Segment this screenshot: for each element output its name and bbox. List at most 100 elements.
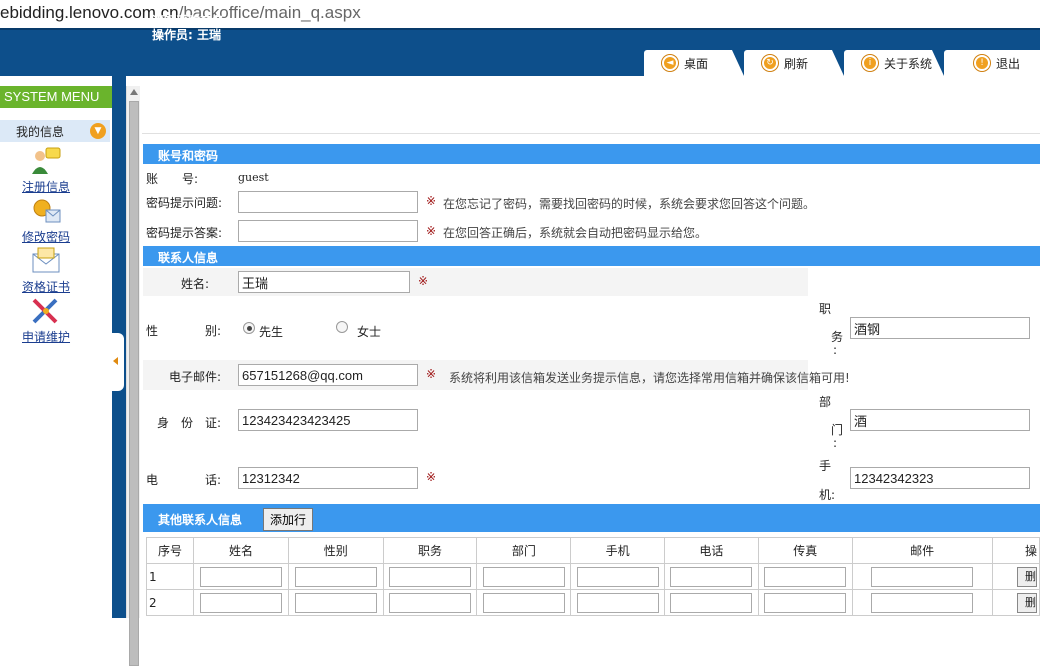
operator-name: 操作员: 王瑞 — [152, 28, 221, 42]
collapse-sidebar-handle[interactable] — [110, 333, 124, 391]
name-required-mark: ※ — [418, 274, 429, 288]
email-required-mark: ※ — [426, 367, 437, 381]
gender-label-a: 性 — [146, 324, 159, 338]
gender-female-label: 女士 — [357, 325, 382, 339]
gender-male-label: 先生 — [259, 325, 284, 339]
col-email: 邮件 — [851, 537, 993, 564]
tools-icon[interactable] — [30, 296, 62, 326]
gender-label-b: 别: — [205, 324, 222, 338]
email-hint: 系统将利用该信箱发送业务提示信息，请您选择常用信箱并确保该信箱可用! — [449, 371, 850, 385]
tab-refresh[interactable]: ↻ 刷新 — [744, 50, 844, 76]
tab-logout[interactable]: ! 退出 — [944, 50, 1040, 76]
mobile-label-b: 机: — [819, 488, 836, 502]
col-dept: 部门 — [476, 537, 572, 564]
chevron-down-icon[interactable]: ▼ — [90, 123, 106, 139]
tab-about-label: 关于系统 — [884, 56, 933, 71]
phone-input[interactable] — [238, 467, 418, 489]
info-icon: i — [862, 55, 878, 71]
dept-label-c: : — [833, 436, 838, 450]
tab-logout-label: 退出 — [996, 56, 1021, 71]
add-row-button[interactable]: 添加行 — [263, 508, 314, 531]
name-input[interactable] — [238, 271, 410, 293]
tab-desktop[interactable]: ◄ 桌面 — [644, 50, 744, 76]
col-mobile: 手机 — [570, 537, 666, 564]
sidebar-item-certificate[interactable]: 资格证书 — [22, 278, 82, 295]
mobile-label-a: 手 — [819, 459, 832, 473]
row-fax-input[interactable] — [764, 592, 847, 613]
table-row: 1 删 — [145, 563, 1040, 590]
row-gender-input[interactable] — [294, 592, 377, 613]
phone-label-a: 电 — [146, 473, 159, 487]
sidebar-item-register-info[interactable]: 注册信息 — [22, 178, 82, 195]
row-mobile-input[interactable] — [576, 592, 659, 613]
row-email-input[interactable] — [871, 566, 974, 587]
desktop-icon: ◄ — [662, 55, 678, 71]
row-mobile-input[interactable] — [576, 566, 659, 587]
phone-required-mark: ※ — [426, 470, 437, 484]
contact-section-header: 联系人信息 — [143, 246, 1040, 266]
refresh-icon: ↻ — [762, 55, 778, 71]
row-gender-input[interactable] — [294, 566, 377, 587]
position-label-a: 职 — [819, 302, 832, 316]
tab-about[interactable]: i 关于系统 — [844, 50, 944, 76]
col-action: 操 — [991, 537, 1040, 564]
answer-input[interactable] — [238, 220, 418, 242]
col-fax: 传真 — [757, 537, 853, 564]
dept-input[interactable] — [850, 409, 1030, 431]
system-menu-title: SYSTEM MENU — [0, 86, 112, 108]
envelope-icon[interactable] — [30, 246, 62, 276]
row-email-input[interactable] — [871, 592, 974, 613]
my-info-group[interactable]: 我的信息 ▼ — [0, 120, 110, 142]
row-phone-input[interactable] — [670, 566, 753, 587]
my-info-label: 我的信息 — [16, 125, 65, 139]
main-top-panel — [142, 76, 1040, 134]
row-position-input[interactable] — [389, 592, 472, 613]
dept-label-a: 部 — [819, 395, 832, 409]
scroll-thumb[interactable] — [129, 101, 139, 666]
position-input[interactable] — [850, 317, 1030, 339]
question-label: 密码提示问题: — [146, 196, 223, 210]
row-delete-button[interactable]: 删 — [1017, 566, 1037, 587]
tab-refresh-label: 刷新 — [784, 56, 809, 71]
power-icon: ! — [974, 55, 990, 71]
header-info: 酒钢采购商务 操作员: 王瑞 — [152, 14, 224, 42]
row-fax-input[interactable] — [764, 566, 847, 587]
row-dept-input[interactable] — [482, 592, 565, 613]
email-label: 电子邮件: — [169, 370, 222, 384]
email-input[interactable] — [238, 364, 418, 386]
user-chat-icon[interactable] — [30, 146, 62, 176]
row-index: 2 — [145, 589, 195, 616]
row-delete-button[interactable]: 删 — [1017, 592, 1037, 613]
gender-female-radio[interactable] — [336, 321, 348, 333]
sidebar-item-change-password[interactable]: 修改密码 — [22, 228, 82, 245]
account-value: guest — [238, 171, 269, 184]
key-icon[interactable] — [30, 196, 62, 226]
id-input[interactable] — [238, 409, 418, 431]
account-section-header: 账号和密码 — [143, 144, 1040, 164]
question-required-mark: ※ — [426, 194, 437, 208]
answer-label: 密码提示答案: — [146, 226, 223, 240]
row-position-input[interactable] — [389, 566, 472, 587]
sidebar-item-maintenance[interactable]: 申请维护 — [22, 328, 82, 345]
col-index: 序号 — [145, 537, 195, 564]
row-name-input[interactable] — [199, 566, 282, 587]
mobile-input[interactable] — [850, 467, 1030, 489]
row-index: 1 — [145, 563, 195, 590]
row-name-input[interactable] — [199, 592, 282, 613]
others-section-title: 其他联系人信息 — [158, 513, 243, 527]
question-input[interactable] — [238, 191, 418, 213]
vertical-scrollbar[interactable] — [126, 86, 140, 666]
col-gender: 性别 — [287, 537, 384, 564]
question-hint: 在您忘记了密码，需要找回密码的时候，系统会要求您回答这个问题。 — [443, 197, 816, 211]
row-phone-input[interactable] — [670, 592, 753, 613]
col-phone: 电话 — [664, 537, 759, 564]
name-label: 姓名: — [181, 277, 210, 291]
col-position: 职务 — [382, 537, 478, 564]
gender-male-radio[interactable] — [243, 322, 255, 334]
row-dept-input[interactable] — [482, 566, 565, 587]
phone-label-b: 话: — [205, 473, 222, 487]
answer-required-mark: ※ — [426, 224, 437, 238]
scroll-up-icon[interactable] — [130, 89, 138, 95]
col-name: 姓名 — [193, 537, 289, 564]
answer-hint: 在您回答正确后，系统就会自动把密码显示给您。 — [443, 226, 708, 240]
